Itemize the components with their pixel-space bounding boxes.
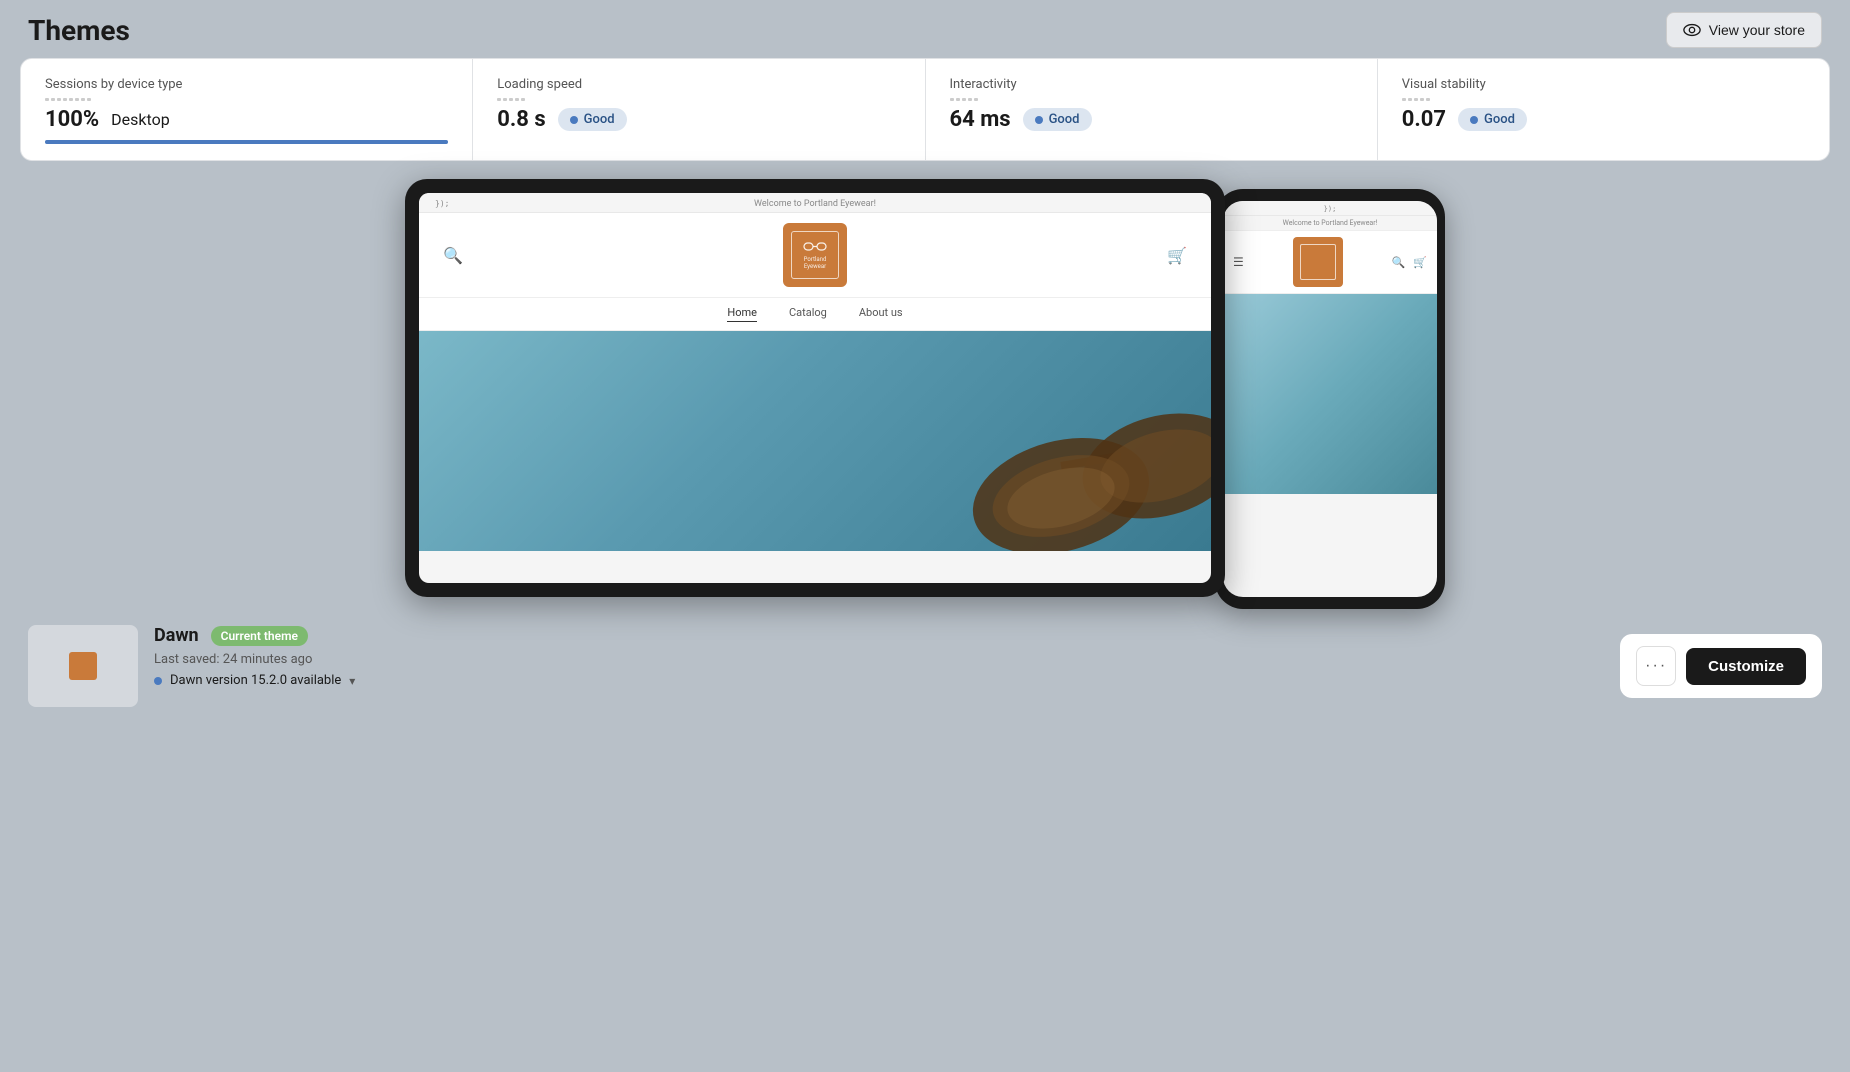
metric-loading-value: 0.8 s bbox=[497, 107, 545, 132]
phone-frame: }); Welcome to Portland Eyewear! ☰ 🔍 🛒 bbox=[1215, 189, 1445, 609]
tablet-logo: PortlandEyewear bbox=[783, 223, 847, 287]
theme-version-text: Dawn version 15.2.0 available bbox=[170, 673, 341, 688]
hamburger-icon: ☰ bbox=[1233, 255, 1244, 269]
phone-search-icon: 🔍 bbox=[1392, 256, 1406, 269]
metric-sessions-value-row: 100% Desktop bbox=[45, 107, 448, 132]
metric-interactivity: Interactivity 64 ms Good bbox=[926, 59, 1378, 160]
metric-sessions: Sessions by device type 100% Desktop bbox=[21, 59, 473, 160]
glasses-logo-icon bbox=[803, 240, 827, 254]
metric-stability-dots bbox=[1402, 98, 1805, 101]
customize-button[interactable]: Customize bbox=[1686, 648, 1806, 685]
phone-address-bar: }); bbox=[1223, 201, 1437, 216]
tablet-code-snippet: }); bbox=[435, 199, 449, 208]
stability-badge-label: Good bbox=[1484, 112, 1515, 127]
theme-left: Dawn Current theme Last saved: 24 minute… bbox=[28, 625, 355, 707]
interactivity-badge-label: Good bbox=[1049, 112, 1080, 127]
interactivity-badge: Good bbox=[1023, 108, 1092, 131]
tablet-hero bbox=[419, 331, 1211, 551]
eye-icon bbox=[1683, 21, 1701, 39]
stability-badge-dot bbox=[1470, 116, 1478, 124]
tablet-menu-links: Home Catalog About us bbox=[419, 298, 1211, 331]
phone-logo-inner bbox=[1300, 244, 1336, 280]
phone-store-name: Welcome to Portland Eyewear! bbox=[1223, 216, 1437, 231]
metrics-bar: Sessions by device type 100% Desktop Loa… bbox=[20, 58, 1830, 161]
tablet-nav: 🔍 PortlandEyewear 🛒 bbox=[419, 213, 1211, 298]
more-dots-icon: ··· bbox=[1645, 657, 1667, 675]
progress-bar bbox=[45, 140, 448, 144]
phone-hero bbox=[1223, 294, 1437, 494]
view-store-button[interactable]: View your store bbox=[1666, 12, 1822, 48]
phone-cart-icon: 🛒 bbox=[1413, 256, 1427, 269]
more-options-button[interactable]: ··· bbox=[1636, 646, 1676, 686]
preview-section: }); Welcome to Portland Eyewear! 🔍 bbox=[0, 161, 1850, 609]
theme-saved-text: Last saved: 24 minutes ago bbox=[154, 652, 355, 667]
phone-icons: 🔍 🛒 bbox=[1392, 256, 1427, 269]
metric-interactivity-label: Interactivity bbox=[950, 77, 1353, 92]
page-title: Themes bbox=[28, 14, 130, 47]
view-store-label: View your store bbox=[1709, 22, 1805, 38]
metric-loading-value-row: 0.8 s Good bbox=[497, 107, 900, 132]
tablet-address-bar: }); Welcome to Portland Eyewear! bbox=[419, 193, 1211, 213]
chevron-down-icon[interactable]: ▾ bbox=[349, 674, 355, 688]
metric-loading-dots bbox=[497, 98, 900, 101]
nav-catalog: Catalog bbox=[789, 306, 827, 322]
theme-thumbnail bbox=[28, 625, 138, 707]
metric-stability: Visual stability 0.07 Good bbox=[1378, 59, 1829, 160]
thumbnail-logo bbox=[69, 652, 97, 680]
metric-sessions-main: 100% bbox=[45, 107, 99, 132]
metric-loading-label: Loading speed bbox=[497, 77, 900, 92]
loading-badge-dot bbox=[570, 116, 578, 124]
metric-loading: Loading speed 0.8 s Good bbox=[473, 59, 925, 160]
page-header: Themes View your store bbox=[0, 0, 1850, 58]
phone-mockup: }); Welcome to Portland Eyewear! ☰ 🔍 🛒 bbox=[1215, 189, 1445, 609]
theme-thumbnail-inner bbox=[28, 625, 138, 707]
tablet-store-name: Welcome to Portland Eyewear! bbox=[754, 199, 876, 209]
theme-name-row: Dawn Current theme bbox=[154, 625, 355, 646]
theme-actions: ··· Customize bbox=[1620, 634, 1822, 698]
theme-version-row: Dawn version 15.2.0 available ▾ bbox=[154, 673, 355, 688]
tablet-frame: }); Welcome to Portland Eyewear! 🔍 bbox=[405, 179, 1225, 597]
metric-stability-value: 0.07 bbox=[1402, 107, 1446, 132]
loading-badge: Good bbox=[558, 108, 627, 131]
metric-interactivity-value-row: 64 ms Good bbox=[950, 107, 1353, 132]
interactivity-badge-dot bbox=[1035, 116, 1043, 124]
progress-bar-fill bbox=[45, 140, 448, 144]
version-dot bbox=[154, 677, 162, 685]
metric-sessions-sub: Desktop bbox=[111, 110, 170, 129]
glasses-hero-icon bbox=[741, 336, 1211, 551]
theme-details: Dawn Current theme Last saved: 24 minute… bbox=[154, 625, 355, 688]
phone-nav: ☰ 🔍 🛒 bbox=[1223, 231, 1437, 294]
metric-interactivity-value: 64 ms bbox=[950, 107, 1011, 132]
metric-interactivity-dots bbox=[950, 98, 1353, 101]
phone-code: }); bbox=[1324, 205, 1337, 213]
search-icon: 🔍 bbox=[443, 246, 463, 265]
cart-icon: 🛒 bbox=[1167, 246, 1187, 265]
metric-sessions-label: Sessions by device type bbox=[45, 77, 448, 92]
tablet-mockup: }); Welcome to Portland Eyewear! 🔍 bbox=[405, 179, 1225, 597]
loading-badge-label: Good bbox=[584, 112, 615, 127]
stability-badge: Good bbox=[1458, 108, 1527, 131]
theme-name: Dawn bbox=[154, 625, 199, 646]
theme-info-bar: Dawn Current theme Last saved: 24 minute… bbox=[0, 609, 1850, 727]
tablet-logo-inner: PortlandEyewear bbox=[791, 231, 839, 279]
metric-stability-label: Visual stability bbox=[1402, 77, 1805, 92]
phone-logo bbox=[1293, 237, 1343, 287]
metric-stability-value-row: 0.07 Good bbox=[1402, 107, 1805, 132]
nav-about: About us bbox=[859, 306, 903, 322]
current-theme-badge: Current theme bbox=[211, 626, 308, 646]
metric-dots bbox=[45, 98, 448, 101]
nav-home: Home bbox=[727, 306, 757, 322]
phone-screen: }); Welcome to Portland Eyewear! ☰ 🔍 🛒 bbox=[1223, 201, 1437, 597]
tablet-screen: }); Welcome to Portland Eyewear! 🔍 bbox=[419, 193, 1211, 583]
